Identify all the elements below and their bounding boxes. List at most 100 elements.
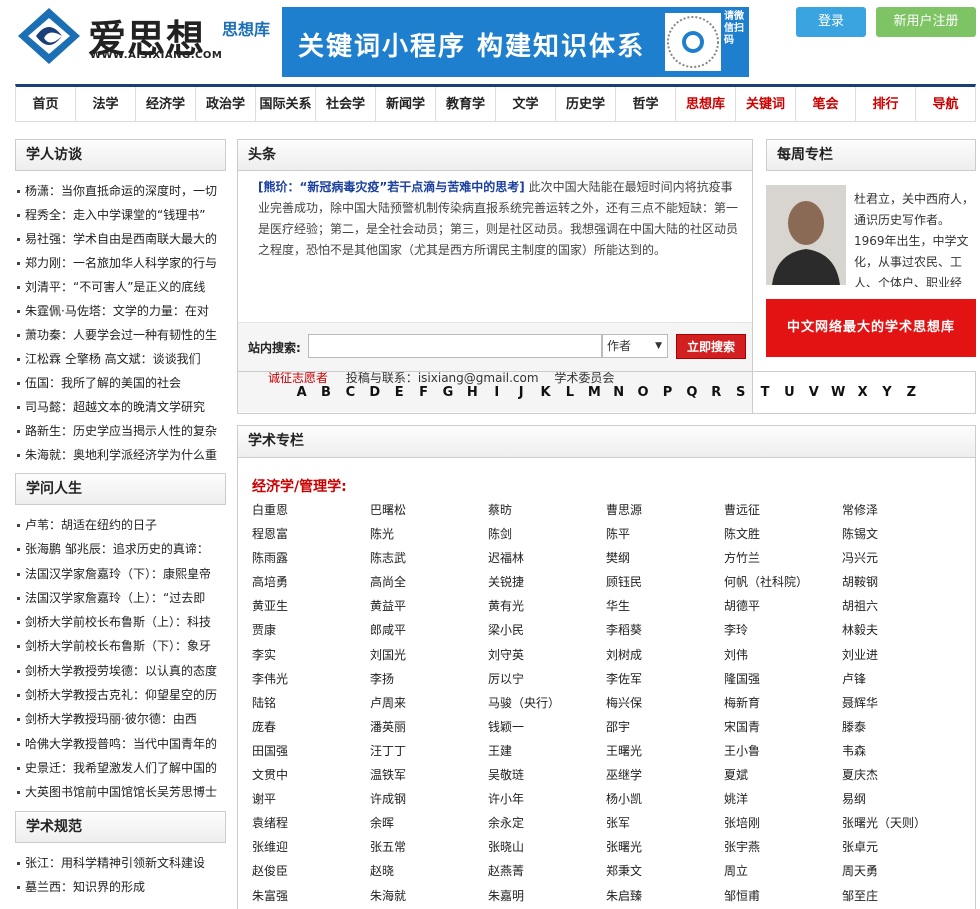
- author-name-link[interactable]: 朱启臻: [606, 884, 724, 908]
- author-name-link[interactable]: 刘树成: [606, 643, 724, 667]
- author-name-link[interactable]: 卢锋: [842, 667, 960, 691]
- academic-life-item[interactable]: 张海鹏 邹兆辰：追求历史的真谛：: [15, 537, 226, 561]
- author-name-link[interactable]: 张曙光（天则）: [842, 811, 960, 835]
- author-intro[interactable]: 杜君立，关中西府人，通识历史写作者。1969年出生，中学文化，从事过农民、工人、…: [854, 189, 976, 287]
- alphabet-letter[interactable]: N: [607, 385, 631, 400]
- author-name-link[interactable]: 姚洋: [724, 787, 842, 811]
- author-name-link[interactable]: 陈志武: [370, 546, 488, 570]
- author-name-link[interactable]: 蔡昉: [488, 498, 606, 522]
- author-name-link[interactable]: 宋国青: [724, 715, 842, 739]
- author-name-link[interactable]: 余晖: [370, 811, 488, 835]
- nav-item-philosophy[interactable]: 哲学: [616, 87, 676, 121]
- author-name-link[interactable]: 许小年: [488, 787, 606, 811]
- top-banner[interactable]: 关键词小程序 构建知识体系 请微信扫码: [282, 7, 749, 77]
- author-name-link[interactable]: 白重恩: [252, 498, 370, 522]
- author-name-link[interactable]: 李玲: [724, 618, 842, 642]
- author-name-link[interactable]: 胡鞍钢: [842, 570, 960, 594]
- alphabet-letter[interactable]: G: [436, 385, 460, 400]
- author-name-link[interactable]: 刘业进: [842, 643, 960, 667]
- alphabet-letter[interactable]: L: [558, 385, 582, 400]
- author-name-link[interactable]: 陈光: [370, 522, 488, 546]
- author-name-link[interactable]: 王建: [488, 739, 606, 763]
- author-name-link[interactable]: 陈平: [606, 522, 724, 546]
- alphabet-letter[interactable]: F: [411, 385, 435, 400]
- author-name-link[interactable]: 巴曙松: [370, 498, 488, 522]
- author-name-link[interactable]: 陈锡文: [842, 522, 960, 546]
- author-name-link[interactable]: 高尚全: [370, 570, 488, 594]
- nav-item-keywords[interactable]: 关键词: [736, 87, 796, 121]
- interview-item[interactable]: 伍国：我所了解的美国的社会: [15, 371, 226, 395]
- author-name-link[interactable]: 赵晓: [370, 859, 488, 883]
- norms-item[interactable]: 墓兰西：知识界的形成: [15, 875, 226, 899]
- author-name-link[interactable]: 刘伟: [724, 643, 842, 667]
- author-name-link[interactable]: 张宇燕: [724, 835, 842, 859]
- interview-item[interactable]: 易社强：学术自由是西南联大最大的: [15, 227, 226, 251]
- interview-item[interactable]: 郑力刚：一名旅加华人科学家的行与: [15, 251, 226, 275]
- author-name-link[interactable]: 吴敬琏: [488, 763, 606, 787]
- author-name-link[interactable]: 卢周来: [370, 691, 488, 715]
- nav-item-forum[interactable]: 笔会: [796, 87, 856, 121]
- author-name-link[interactable]: 谢平: [252, 787, 370, 811]
- nav-item-economics[interactable]: 经济学: [136, 87, 196, 121]
- author-name-link[interactable]: 陆铭: [252, 691, 370, 715]
- author-name-link[interactable]: 钱颖一: [488, 715, 606, 739]
- alphabet-letter[interactable]: A: [289, 385, 313, 400]
- author-name-link[interactable]: 何帆（社科院）: [724, 570, 842, 594]
- academic-life-item[interactable]: 哈佛大学教授普鸣：当代中国青年的: [15, 732, 226, 756]
- academic-life-item[interactable]: 剑桥大学教授劳埃德：以认真的态度: [15, 659, 226, 683]
- headline-link[interactable]: [熊玠：“新冠病毒灾疫”若干点滴与苦难中的思考]: [258, 180, 525, 194]
- interview-item[interactable]: 路新生：历史学应当揭示人性的复杂: [15, 419, 226, 443]
- academic-life-item[interactable]: 剑桥大学教授古克礼：仰望星空的历: [15, 683, 226, 707]
- author-name-link[interactable]: 田国强: [252, 739, 370, 763]
- interview-item[interactable]: 程秀全：走入中学课堂的“钱理书”: [15, 203, 226, 227]
- author-name-link[interactable]: 袁绪程: [252, 811, 370, 835]
- interview-item[interactable]: 萧功秦：人要学会过一种有韧性的生: [15, 323, 226, 347]
- author-name-link[interactable]: 郎咸平: [370, 618, 488, 642]
- author-name-link[interactable]: 迟福林: [488, 546, 606, 570]
- author-name-link[interactable]: 陈剑: [488, 522, 606, 546]
- author-name-link[interactable]: 聂辉华: [842, 691, 960, 715]
- academic-life-item[interactable]: 大英图书馆前中国馆馆长吴芳思博士: [15, 780, 226, 804]
- author-name-link[interactable]: 朱嘉明: [488, 884, 606, 908]
- alphabet-letter[interactable]: B: [314, 385, 338, 400]
- author-name-link[interactable]: 夏斌: [724, 763, 842, 787]
- register-button[interactable]: 新用户注册: [876, 7, 976, 37]
- author-name-link[interactable]: 邵宇: [606, 715, 724, 739]
- academic-life-item[interactable]: 法国汉学家詹嘉玲（上）：“过去即: [15, 586, 226, 610]
- author-name-link[interactable]: 汪丁丁: [370, 739, 488, 763]
- author-name-link[interactable]: 张曙光: [606, 835, 724, 859]
- author-name-link[interactable]: 樊纲: [606, 546, 724, 570]
- author-name-link[interactable]: 黄益平: [370, 594, 488, 618]
- academic-life-item[interactable]: 卢苇：胡适在纽约的日子: [15, 513, 226, 537]
- right-banner[interactable]: 中文网络最大的学术思想库: [766, 299, 976, 357]
- alphabet-letter[interactable]: K: [533, 385, 557, 400]
- search-button[interactable]: 立即搜索: [676, 334, 746, 359]
- author-name-link[interactable]: 李实: [252, 643, 370, 667]
- author-name-link[interactable]: 滕泰: [842, 715, 960, 739]
- alphabet-letter[interactable]: X: [850, 385, 874, 400]
- author-name-link[interactable]: 张军: [606, 811, 724, 835]
- alphabet-letter[interactable]: U: [777, 385, 801, 400]
- nav-item-history[interactable]: 历史学: [556, 87, 616, 121]
- alphabet-letter[interactable]: P: [655, 385, 679, 400]
- author-name-link[interactable]: 梅新育: [724, 691, 842, 715]
- author-name-link[interactable]: 李佐军: [606, 667, 724, 691]
- author-name-link[interactable]: 王小鲁: [724, 739, 842, 763]
- search-type-select[interactable]: 作者 ▼: [602, 334, 668, 358]
- login-button[interactable]: 登录: [796, 7, 866, 37]
- author-name-link[interactable]: 陈文胜: [724, 522, 842, 546]
- author-name-link[interactable]: 邹至庄: [842, 884, 960, 908]
- site-logo[interactable]: 爱思想 思想库 WWW.AISIXIANG.COM: [14, 6, 274, 70]
- author-name-link[interactable]: 杨小凯: [606, 787, 724, 811]
- nav-item-home[interactable]: 首页: [16, 87, 76, 121]
- author-name-link[interactable]: 陈雨露: [252, 546, 370, 570]
- author-name-link[interactable]: 曹思源: [606, 498, 724, 522]
- author-name-link[interactable]: 隆国强: [724, 667, 842, 691]
- interview-item[interactable]: 江松霖 仝擎杨 高文斌：谈谈我们: [15, 347, 226, 371]
- author-name-link[interactable]: 潘英丽: [370, 715, 488, 739]
- author-name-link[interactable]: 余永定: [488, 811, 606, 835]
- alphabet-letter[interactable]: Z: [899, 385, 923, 400]
- author-name-link[interactable]: 程恩富: [252, 522, 370, 546]
- author-name-link[interactable]: 郑秉文: [606, 859, 724, 883]
- alphabet-letter[interactable]: Y: [875, 385, 899, 400]
